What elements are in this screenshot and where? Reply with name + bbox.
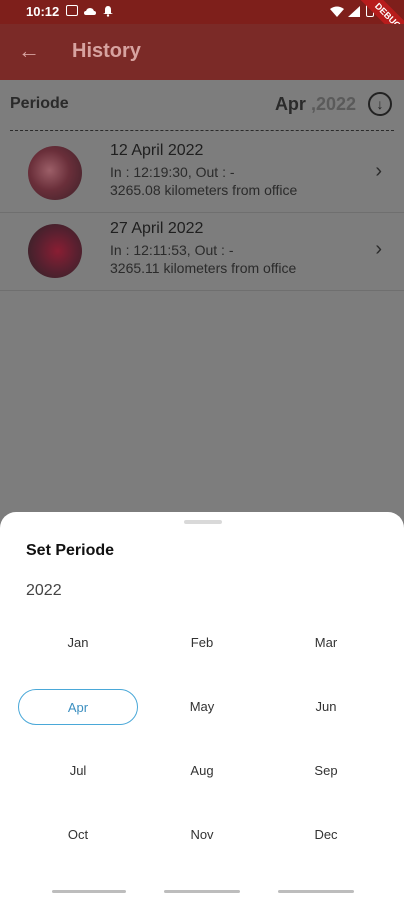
history-times: In : 12:19:30, Out : - bbox=[110, 164, 235, 180]
periode-value[interactable]: Apr ,2022 bbox=[275, 94, 356, 115]
month-jun[interactable]: Jun bbox=[266, 689, 386, 725]
nav-bar-hint bbox=[164, 890, 240, 893]
divider bbox=[10, 130, 394, 131]
download-circle-icon[interactable]: ↓ bbox=[368, 92, 392, 116]
bell-icon bbox=[102, 5, 114, 17]
avatar bbox=[28, 224, 82, 278]
periode-year: ,2022 bbox=[310, 94, 356, 114]
avatar bbox=[28, 146, 82, 200]
periode-month: Apr bbox=[274, 94, 306, 114]
history-distance: 3265.11 kilometers from office bbox=[110, 260, 297, 276]
month-jan[interactable]: Jan bbox=[18, 625, 138, 661]
arrow-left-icon[interactable]: ← bbox=[18, 38, 40, 64]
page-title: History bbox=[72, 40, 141, 62]
set-periode-sheet: Set Periode 2022 Jan Feb Mar Apr May Jun… bbox=[0, 512, 404, 900]
month-may[interactable]: May bbox=[142, 689, 262, 725]
month-dec[interactable]: Dec bbox=[266, 817, 386, 853]
history-times: In : 12:11:53, Out : - bbox=[110, 242, 234, 258]
month-jul[interactable]: Jul bbox=[18, 753, 138, 789]
status-time: 10:12 bbox=[26, 4, 60, 19]
history-item[interactable]: 27 April 2022 In : 12:11:53, Out : - 326… bbox=[0, 212, 404, 291]
app-bar: ← History bbox=[0, 24, 404, 80]
history-distance: 3265.08 kilometers from office bbox=[110, 182, 298, 198]
year-selector[interactable]: 2022 bbox=[26, 582, 62, 600]
periode-label: Periode bbox=[10, 95, 69, 112]
month-aug[interactable]: Aug bbox=[142, 753, 262, 789]
status-bar: 10:12 DEBUG bbox=[0, 0, 404, 50]
history-date: 12 April 2022 bbox=[110, 142, 204, 159]
image-icon bbox=[66, 5, 78, 16]
nav-bar-hint bbox=[278, 890, 354, 893]
drag-handle[interactable] bbox=[184, 520, 222, 524]
signal-icon bbox=[348, 5, 360, 17]
history-item[interactable]: 12 April 2022 In : 12:19:30, Out : - 326… bbox=[0, 134, 404, 213]
history-date: 27 April 2022 bbox=[110, 220, 204, 237]
sheet-title: Set Periode bbox=[26, 542, 115, 559]
wifi-icon bbox=[330, 5, 344, 17]
month-feb[interactable]: Feb bbox=[142, 625, 262, 661]
periode-row[interactable]: Periode Apr ,2022 ↓ bbox=[0, 80, 404, 130]
month-apr[interactable]: Apr bbox=[18, 689, 138, 725]
month-sep[interactable]: Sep bbox=[266, 753, 386, 789]
chevron-right-icon: › bbox=[375, 160, 382, 182]
month-nov[interactable]: Nov bbox=[142, 817, 262, 853]
chevron-right-icon: › bbox=[375, 238, 382, 260]
month-mar[interactable]: Mar bbox=[266, 625, 386, 661]
month-oct[interactable]: Oct bbox=[18, 817, 138, 853]
nav-bar-hint bbox=[52, 890, 126, 893]
cloud-icon bbox=[84, 5, 96, 16]
